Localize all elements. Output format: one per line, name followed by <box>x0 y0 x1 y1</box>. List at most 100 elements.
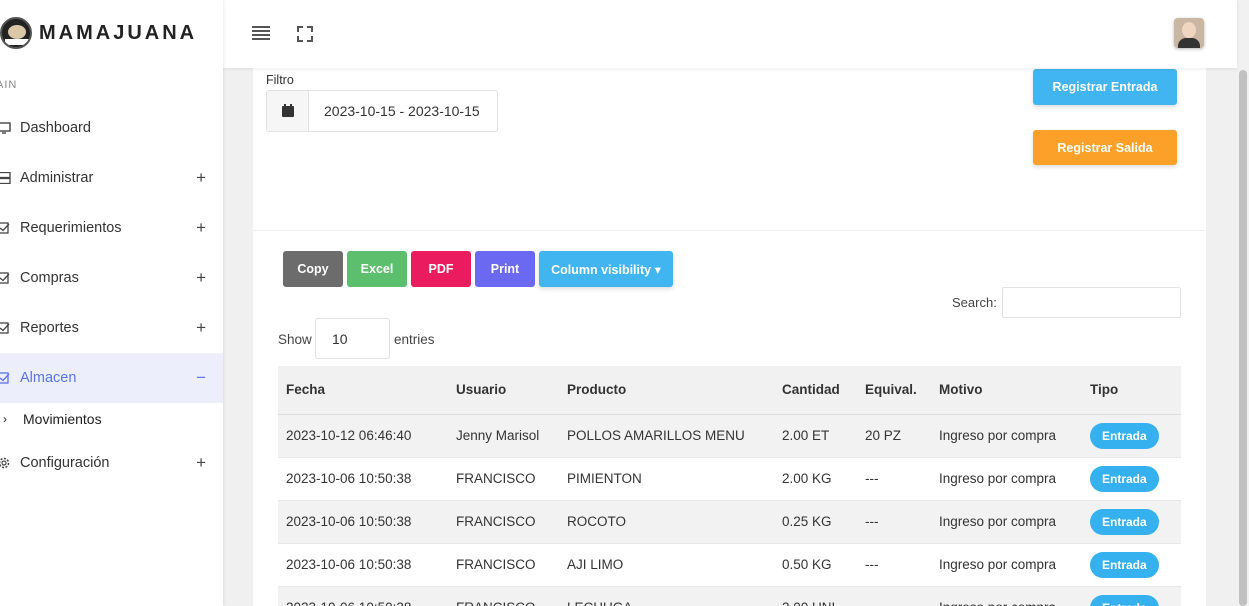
search-input[interactable] <box>1002 287 1181 318</box>
pdf-button[interactable]: PDF <box>411 251 471 287</box>
sidebar-item-requerimientos[interactable]: Requerimientos + <box>0 203 223 253</box>
status-badge: Entrada <box>1090 594 1159 606</box>
cell-motivo: Ingreso por compra <box>931 414 1082 458</box>
expand-icon[interactable]: + <box>196 268 206 288</box>
column-visibility-button[interactable]: Column visibility ▾ <box>539 251 673 287</box>
column-header-producto[interactable]: Producto <box>559 366 774 415</box>
table-row: 2023-10-06 10:50:38 FRANCISCO AJI LIMO 0… <box>278 543 1181 587</box>
table-row: 2023-10-06 10:50:38 FRANCISCO ROCOTO 0.2… <box>278 500 1181 544</box>
sidebar-subitem-label: Movimientos <box>23 411 102 427</box>
checkbox-icon <box>0 372 11 384</box>
cell-cantidad: 0.25 KG <box>774 500 857 544</box>
cell-cantidad: 2.00 ET <box>774 414 857 458</box>
print-button[interactable]: Print <box>475 251 535 287</box>
cell-fecha: 2023-10-06 10:50:38 <box>278 543 448 587</box>
cell-tipo: Entrada <box>1082 457 1181 501</box>
filter-label: Filtro <box>266 73 294 87</box>
cell-tipo: Entrada <box>1082 414 1181 458</box>
expand-icon[interactable]: + <box>196 218 206 238</box>
sidebar-item-reportes[interactable]: Reportes + <box>0 303 223 353</box>
cell-equival: --- <box>857 586 931 606</box>
copy-button[interactable]: Copy <box>283 251 343 287</box>
sidebar: MAMAJUANA AIN Dashboard Administrar + Re… <box>0 0 223 606</box>
server-icon <box>0 172 11 184</box>
cell-producto: POLLOS AMARILLOS MENU <box>559 414 774 458</box>
expand-icon[interactable]: + <box>196 453 206 473</box>
cell-usuario: Jenny Marisol <box>448 414 559 458</box>
sidebar-item-label: Almacen <box>20 370 77 386</box>
brand[interactable]: MAMAJUANA <box>0 15 197 51</box>
cell-equival: --- <box>857 457 931 501</box>
cell-fecha: 2023-10-06 10:50:38 <box>278 586 448 606</box>
search-label: Search: <box>952 295 997 310</box>
column-header-tipo[interactable]: Tipo <box>1082 366 1181 415</box>
cell-producto: PIMIENTON <box>559 457 774 501</box>
excel-button[interactable]: Excel <box>347 251 407 287</box>
sidebar-item-configuracion[interactable]: Configuración + <box>0 438 223 488</box>
sidebar-item-label: Reportes <box>20 320 79 336</box>
sidebar-subitem-movimientos[interactable]: › Movimientos <box>0 405 223 433</box>
sidebar-item-compras[interactable]: Compras + <box>0 253 223 303</box>
table-row: 2023-10-06 10:50:38 FRANCISCO PIMIENTON … <box>278 457 1181 501</box>
entries-label: entries <box>394 332 435 347</box>
expand-icon[interactable]: + <box>196 168 206 188</box>
cell-producto: AJI LIMO <box>559 543 774 587</box>
sidebar-item-administrar[interactable]: Administrar + <box>0 153 223 203</box>
sidebar-item-label: Compras <box>20 270 79 286</box>
checkbox-icon <box>0 222 11 234</box>
top-bar <box>223 0 1237 68</box>
table-row: 2023-10-06 10:50:38 FRANCISCO LECHUGA 2.… <box>278 586 1181 606</box>
cell-cantidad: 2.00 UNI <box>774 586 857 606</box>
collapse-icon[interactable]: − <box>196 368 206 388</box>
user-avatar[interactable] <box>1174 18 1204 48</box>
column-header-equival[interactable]: Equival. <box>857 366 931 415</box>
page-scrollbar[interactable] <box>1237 0 1249 606</box>
cell-usuario: FRANCISCO <box>448 457 559 501</box>
cell-equival: --- <box>857 543 931 587</box>
cell-usuario: FRANCISCO <box>448 543 559 587</box>
cell-fecha: 2023-10-06 10:50:38 <box>278 500 448 544</box>
status-badge: Entrada <box>1090 422 1159 449</box>
register-entry-button[interactable]: Registrar Entrada <box>1033 69 1177 105</box>
table-header-row: Fecha Usuario Producto Cantidad Equival.… <box>278 366 1181 415</box>
column-header-fecha[interactable]: Fecha <box>278 366 448 415</box>
cell-motivo: Ingreso por compra <box>931 543 1082 587</box>
date-range-input[interactable] <box>309 91 497 131</box>
cell-equival: --- <box>857 500 931 544</box>
fullscreen-icon[interactable] <box>297 26 313 42</box>
checkbox-icon <box>0 272 11 284</box>
cell-motivo: Ingreso por compra <box>931 457 1082 501</box>
cell-cantidad: 0.50 KG <box>774 543 857 587</box>
column-header-motivo[interactable]: Motivo <box>931 366 1082 415</box>
date-range-picker[interactable] <box>266 90 498 132</box>
cell-cantidad: 2.00 KG <box>774 457 857 501</box>
sidebar-item-label: Requerimientos <box>20 220 122 236</box>
sidebar-item-dashboard[interactable]: Dashboard <box>0 103 223 153</box>
status-badge: Entrada <box>1090 508 1159 535</box>
movements-table: Fecha Usuario Producto Cantidad Equival.… <box>278 366 1181 606</box>
cell-usuario: FRANCISCO <box>448 500 559 544</box>
column-header-usuario[interactable]: Usuario <box>448 366 559 415</box>
divider <box>253 230 1206 231</box>
brand-name: MAMAJUANA <box>39 21 198 44</box>
show-label: Show <box>278 332 312 347</box>
cell-tipo: Entrada <box>1082 586 1181 606</box>
hamburger-menu-icon[interactable] <box>252 26 270 40</box>
column-header-cantidad[interactable]: Cantidad <box>774 366 857 415</box>
entries-select[interactable]: 10 <box>315 318 390 359</box>
brand-logo <box>0 17 32 49</box>
cell-producto: ROCOTO <box>559 500 774 544</box>
monitor-icon <box>0 122 11 134</box>
table-row: 2023-10-12 06:46:40 Jenny Marisol POLLOS… <box>278 414 1181 458</box>
checkbox-icon <box>0 322 11 334</box>
gear-icon <box>0 457 11 469</box>
sidebar-item-almacen[interactable]: Almacen − <box>0 353 223 403</box>
cell-producto: LECHUGA <box>559 586 774 606</box>
sidebar-item-label: Administrar <box>20 170 94 186</box>
register-exit-button[interactable]: Registrar Salida <box>1033 130 1177 165</box>
scrollbar-thumb[interactable] <box>1239 70 1247 606</box>
calendar-icon[interactable] <box>267 91 309 131</box>
expand-icon[interactable]: + <box>196 318 206 338</box>
cell-tipo: Entrada <box>1082 500 1181 544</box>
cell-tipo: Entrada <box>1082 543 1181 587</box>
